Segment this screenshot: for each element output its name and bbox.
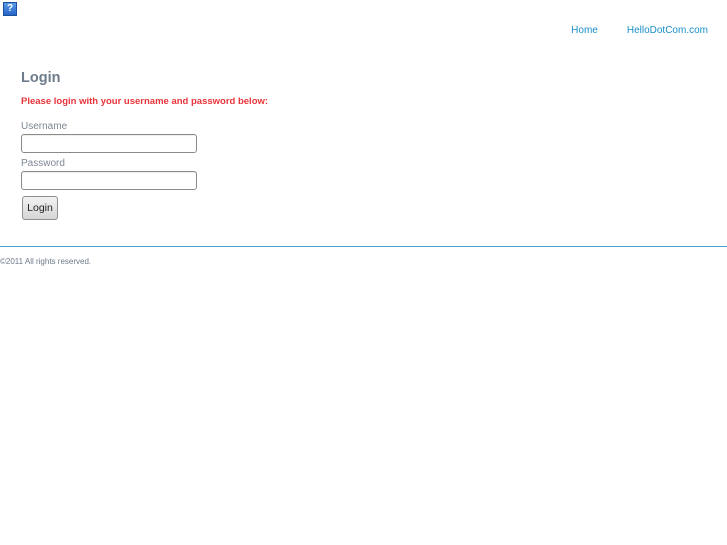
- footer-divider: [0, 246, 727, 247]
- password-label: Password: [21, 158, 65, 169]
- nav-link-hellodotcom[interactable]: HelloDotCom.com: [627, 25, 708, 36]
- username-label: Username: [21, 121, 68, 132]
- username-input[interactable]: [21, 134, 197, 153]
- password-input[interactable]: [21, 171, 197, 190]
- help-icon[interactable]: ?: [3, 2, 17, 16]
- login-button[interactable]: Login: [22, 196, 58, 220]
- footer-copyright: ©2011 All rights reserved.: [0, 257, 92, 266]
- page-title: Login: [21, 70, 61, 86]
- top-nav: Home HelloDotCom.com: [571, 25, 708, 36]
- page: ? Home HelloDotCom.com Login Please logi…: [0, 0, 727, 545]
- nav-link-home[interactable]: Home: [571, 25, 598, 36]
- login-instructions: Please login with your username and pass…: [21, 96, 269, 107]
